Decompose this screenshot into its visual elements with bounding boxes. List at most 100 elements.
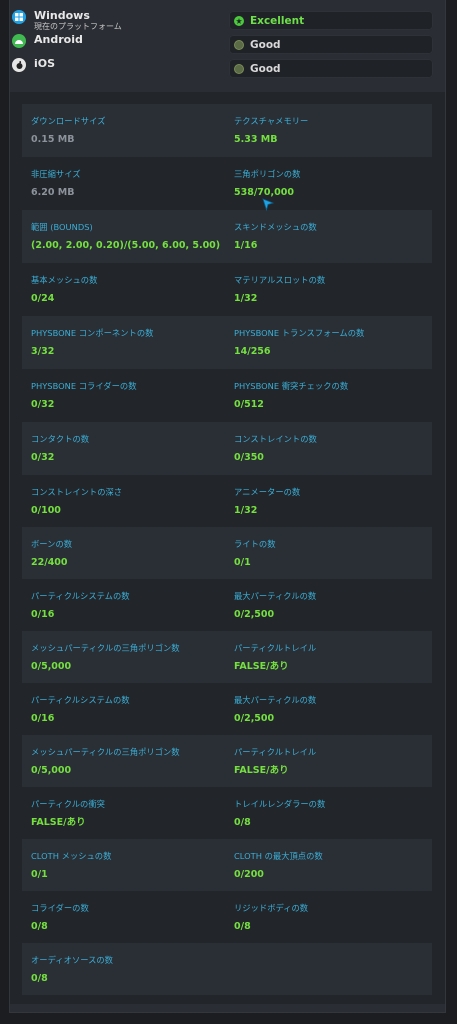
rating-label: Excellent xyxy=(250,14,305,27)
stat-value: 14/256 xyxy=(234,346,271,357)
stat-cell: メッシュパーティクルの三角ポリゴン数 0/5,000 xyxy=(22,735,225,787)
stat-value: 1/16 xyxy=(234,240,258,251)
stat-label: 最大パーティクルの数 xyxy=(234,695,317,705)
stat-label: コンタクトの数 xyxy=(31,434,90,444)
stat-label: PHYSBONE トランスフォームの数 xyxy=(234,328,365,338)
rating-label: Good xyxy=(250,38,281,51)
stat-cell: アニメーターの数 1/32 xyxy=(225,475,428,527)
stat-row: ダウンロードサイズ 0.15 MB テクスチャメモリー 5.33 MB xyxy=(22,104,432,157)
stat-label: アニメーターの数 xyxy=(234,487,301,497)
stat-cell: メッシュパーティクルの三角ポリゴン数 0/5,000 xyxy=(22,631,225,683)
stat-row: ボーンの数 22/400 ライトの数 0/1 xyxy=(22,527,432,579)
platform-name: Android xyxy=(34,33,83,46)
stat-value: 0.15 MB xyxy=(31,134,75,145)
stat-value: 0/24 xyxy=(31,293,55,304)
stat-cell: オーディオソースの数 0/8 xyxy=(22,943,225,995)
stat-label: マテリアルスロットの数 xyxy=(234,275,326,285)
stat-label: 非圧縮サイズ xyxy=(31,169,81,179)
stat-row: メッシュパーティクルの三角ポリゴン数 0/5,000 パーティクルトレイル FALSE… xyxy=(22,631,432,683)
rating-badge-windows: Excellent xyxy=(229,11,433,30)
stat-label: パーティクルシステムの数 xyxy=(31,695,130,705)
stat-value: 0/1 xyxy=(31,869,48,880)
stat-value: 0/2,500 xyxy=(234,713,275,724)
stat-label: 範囲 (BOUNDS) xyxy=(31,222,93,232)
stat-label: コライダーの数 xyxy=(31,903,89,913)
stat-label: パーティクルシステムの数 xyxy=(31,591,130,601)
stat-cell: リジッドボディの数 0/8 xyxy=(225,891,428,943)
good-badge-icon xyxy=(234,63,244,74)
stat-value: 0/350 xyxy=(234,452,264,463)
stat-label: ライトの数 xyxy=(234,539,276,549)
good-badge-icon xyxy=(234,39,244,50)
stat-cell: ダウンロードサイズ 0.15 MB xyxy=(22,104,225,157)
stat-row: パーティクルシステムの数 0/16 最大パーティクルの数 0/2,500 xyxy=(22,579,432,631)
stat-cell: パーティクルトレイル FALSE/あり xyxy=(225,631,428,683)
stat-cell: CLOTH メッシュの数 0/1 xyxy=(22,839,225,891)
stat-cell: 最大パーティクルの数 0/2,500 xyxy=(225,683,428,735)
stat-row: PHYSBONE コンポーネントの数 3/32 PHYSBONE トランスフォームの… xyxy=(22,316,432,369)
stat-cell: コンタクトの数 0/32 xyxy=(22,422,225,475)
stat-row: コンタクトの数 0/32 コンストレイントの数 0/350 xyxy=(22,422,432,475)
stat-cell: PHYSBONE トランスフォームの数 14/256 xyxy=(225,316,428,369)
stat-label: コンストレイントの数 xyxy=(234,434,317,444)
stat-value: 1/32 xyxy=(234,505,258,516)
stat-label: 最大パーティクルの数 xyxy=(234,591,317,601)
stat-label: スキンドメッシュの数 xyxy=(234,222,317,232)
stat-row: コライダーの数 0/8 リジッドボディの数 0/8 xyxy=(22,891,432,943)
stat-value: (2.00, 2.00, 0.20)/(5.00, 6.00, 5.00) xyxy=(31,240,221,251)
android-icon xyxy=(12,34,26,48)
stat-value: 0/5,000 xyxy=(31,765,72,776)
stat-value: 5.33 MB xyxy=(234,134,278,145)
stat-label: 基本メッシュの数 xyxy=(31,275,98,285)
stat-label: メッシュパーティクルの三角ポリゴン数 xyxy=(31,747,180,757)
stat-value: 0/16 xyxy=(31,609,55,620)
stat-label: リジッドボディの数 xyxy=(234,903,309,913)
stat-label: パーティクルトレイル xyxy=(234,747,317,757)
stat-cell: コンストレイントの数 0/350 xyxy=(225,422,428,475)
stat-value: 6.20 MB xyxy=(31,187,75,198)
excellent-badge-icon xyxy=(234,15,244,26)
stat-value: 1/32 xyxy=(234,293,258,304)
rating-badge-android: Good xyxy=(229,35,433,54)
stat-row: 基本メッシュの数 0/24 マテリアルスロットの数 1/32 xyxy=(22,263,432,316)
stat-label: テクスチャメモリー xyxy=(234,116,309,126)
stat-cell: PHYSBONE 衝突チェックの数 0/512 xyxy=(225,369,428,422)
windows-icon xyxy=(12,10,26,24)
stat-row: パーティクルシステムの数 0/16 最大パーティクルの数 0/2,500 xyxy=(22,683,432,735)
stat-cell: 最大パーティクルの数 0/2,500 xyxy=(225,579,428,631)
stat-value: 0/8 xyxy=(31,973,48,984)
platform-row-ios[interactable]: iOS Good xyxy=(12,56,433,80)
stat-label: トレイルレンダラーの数 xyxy=(234,799,326,809)
stat-row: 範囲 (BOUNDS) (2.00, 2.00, 0.20)/(5.00, 6.0… xyxy=(22,210,432,263)
platform-row-android[interactable]: Android Good xyxy=(12,32,433,56)
stat-value: 0/32 xyxy=(31,452,55,463)
stat-cell: 基本メッシュの数 0/24 xyxy=(22,263,225,316)
apple-icon xyxy=(12,58,26,72)
stat-value: 0/8 xyxy=(31,921,48,932)
stat-cell: パーティクルトレイル FALSE/あり xyxy=(225,735,428,787)
stat-cell: ボーンの数 22/400 xyxy=(22,527,225,579)
stat-cell: トレイルレンダラーの数 0/8 xyxy=(225,787,428,839)
stat-value: 0/8 xyxy=(234,921,251,932)
stat-value: 0/5,000 xyxy=(31,661,72,672)
rating-label: Good xyxy=(250,62,281,75)
stat-cell: ライトの数 0/1 xyxy=(225,527,428,579)
stat-label: パーティクルの衝突 xyxy=(31,799,105,809)
stat-row: オーディオソースの数 0/8 xyxy=(22,943,432,995)
stat-label: メッシュパーティクルの三角ポリゴン数 xyxy=(31,643,180,653)
stat-cell: 非圧縮サイズ 6.20 MB xyxy=(22,157,225,210)
platform-row-windows[interactable]: Windows 現在のプラットフォーム Excellent xyxy=(12,8,433,32)
stat-value: FALSE/あり xyxy=(31,817,86,828)
stat-value: 0/512 xyxy=(234,399,264,410)
stat-row: PHYSBONE コライダーの数 0/32 PHYSBONE 衝突チェックの数 0/5… xyxy=(22,369,432,422)
stat-cell: コンストレイントの深さ 0/100 xyxy=(22,475,225,527)
stat-value: 22/400 xyxy=(31,557,68,568)
stat-row: メッシュパーティクルの三角ポリゴン数 0/5,000 パーティクルトレイル FALSE… xyxy=(22,735,432,787)
platform-list: Windows 現在のプラットフォーム Excellent Android Go… xyxy=(12,8,433,80)
stat-label: オーディオソースの数 xyxy=(31,955,113,965)
stat-value: 3/32 xyxy=(31,346,55,357)
stat-value: 0/200 xyxy=(234,869,264,880)
stat-value: 0/16 xyxy=(31,713,55,724)
stat-row: パーティクルの衝突 FALSE/あり トレイルレンダラーの数 0/8 xyxy=(22,787,432,839)
stat-label: PHYSBONE コライダーの数 xyxy=(31,381,137,391)
